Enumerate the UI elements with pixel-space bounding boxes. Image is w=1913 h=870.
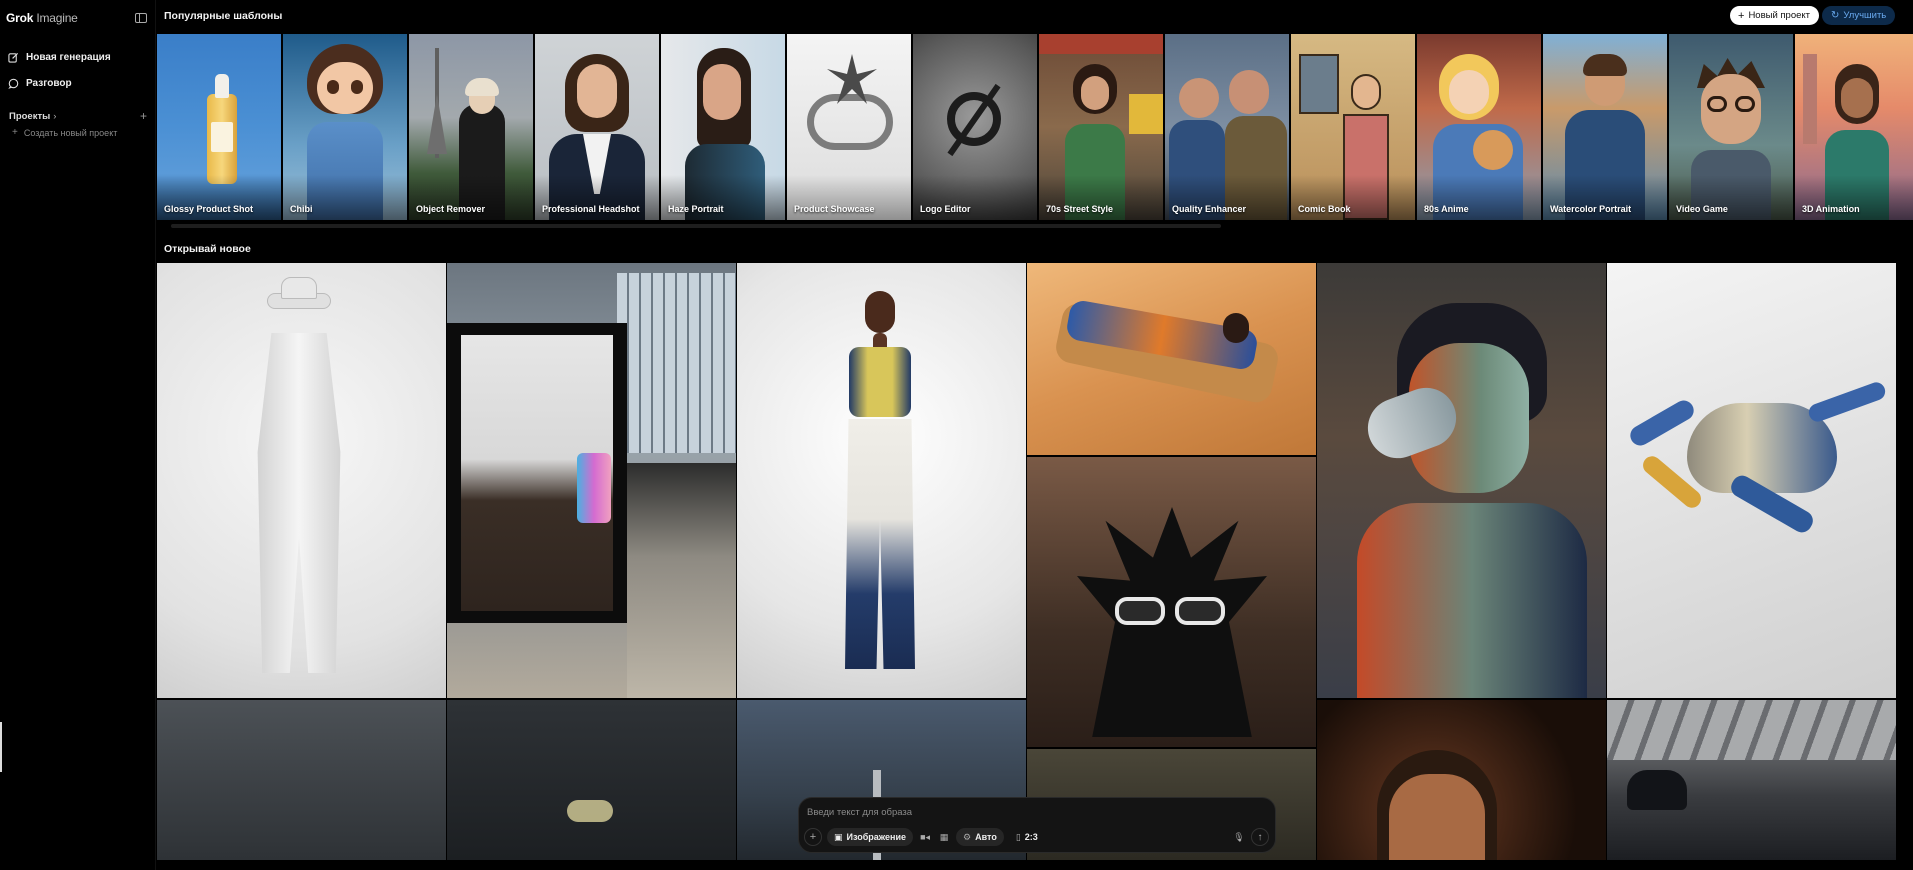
- submit-button[interactable]: ↑: [1251, 828, 1269, 846]
- prompt-input[interactable]: [807, 804, 1267, 820]
- template-card[interactable]: Logo Editor: [913, 34, 1037, 220]
- template-card[interactable]: Comic Book: [1291, 34, 1415, 220]
- gallery-item[interactable]: [737, 263, 1026, 698]
- chevron-right-icon: ›: [53, 110, 57, 122]
- sidebar-item-label: Разговор: [26, 78, 72, 89]
- sidebar-header: Grok Imagine: [0, 0, 155, 26]
- refresh-icon: ↻: [1831, 10, 1840, 21]
- video-mode-icon[interactable]: ■◂: [918, 830, 932, 844]
- add-project-icon[interactable]: +: [140, 109, 147, 123]
- microphone-icon[interactable]: 🎙: [1232, 830, 1246, 844]
- sidebar: Grok Imagine Новая генерация Разговор Пр…: [0, 0, 156, 870]
- gallery-item[interactable]: [1607, 700, 1896, 860]
- template-card[interactable]: Chibi: [283, 34, 407, 220]
- gallery-item[interactable]: [447, 263, 736, 698]
- gallery-item[interactable]: [1027, 263, 1316, 455]
- arrow-up-icon: ↑: [1257, 831, 1263, 843]
- template-label: 80s Anime: [1424, 204, 1469, 214]
- gallery-item[interactable]: [1317, 700, 1606, 860]
- template-card[interactable]: Quality Enhancer: [1165, 34, 1289, 220]
- sidebar-item-label: Новая генерация: [26, 52, 111, 63]
- discover-title: Открывай новое: [164, 243, 251, 255]
- template-label: Product Showcase: [794, 204, 875, 214]
- template-card[interactable]: Video Game: [1669, 34, 1793, 220]
- templates-scrollbar[interactable]: [157, 224, 1913, 228]
- projects-section-header[interactable]: Проекты › +: [0, 107, 155, 125]
- chat-icon: [8, 78, 19, 89]
- gallery-item[interactable]: [157, 263, 446, 698]
- sidebar-item-new-generation[interactable]: Новая генерация: [0, 45, 155, 70]
- scrollbar-thumb[interactable]: [171, 224, 1221, 228]
- template-card[interactable]: 70s Street Style: [1039, 34, 1163, 220]
- template-card[interactable]: Product Showcase: [787, 34, 911, 220]
- template-label: Quality Enhancer: [1172, 204, 1247, 214]
- template-label: 3D Animation: [1802, 204, 1860, 214]
- attach-button[interactable]: +: [804, 828, 822, 846]
- upgrade-label: Улучшить: [1843, 10, 1887, 21]
- aspect-ratio-label: 2:3: [1024, 832, 1038, 842]
- edit-icon: [8, 52, 19, 63]
- plus-icon: +: [12, 127, 18, 138]
- template-label: Object Remover: [416, 204, 486, 214]
- template-label: Comic Book: [1298, 204, 1351, 214]
- new-project-button[interactable]: + Новый проект: [1730, 6, 1820, 25]
- template-label: Watercolor Portrait: [1550, 204, 1632, 214]
- template-label: 70s Street Style: [1046, 204, 1114, 214]
- create-project-label: Создать новый проект: [23, 127, 118, 138]
- template-card[interactable]: Watercolor Portrait: [1543, 34, 1667, 220]
- template-card[interactable]: Glossy Product Shot: [157, 34, 281, 220]
- new-project-label: Новый проект: [1748, 10, 1811, 21]
- template-card[interactable]: 3D Animation: [1795, 34, 1913, 220]
- composer-toolbar: + ▣ Изображение ■◂ ▦ ⚙ Авто ▯ 2:3 🎙 ↑: [804, 827, 1269, 847]
- gallery-item[interactable]: [1027, 457, 1316, 747]
- projects-label: Проекты: [9, 110, 51, 122]
- template-label: Glossy Product Shot: [164, 204, 254, 214]
- sidebar-item-conversation[interactable]: Разговор: [0, 71, 155, 96]
- model-select[interactable]: ⚙ Авто: [956, 828, 1004, 846]
- aspect-ratio-icon: ▯: [1015, 831, 1021, 842]
- gallery-item[interactable]: [1317, 263, 1606, 698]
- template-label: Haze Portrait: [668, 204, 724, 214]
- create-project-link[interactable]: + Создать новый проект: [0, 125, 155, 140]
- sidebar-toggle-icon[interactable]: [135, 12, 147, 23]
- aspect-ratio-select[interactable]: ▯ 2:3: [1009, 828, 1045, 846]
- settings-icon: ⚙: [963, 831, 972, 842]
- template-card[interactable]: 80s Anime: [1417, 34, 1541, 220]
- template-label: Logo Editor: [920, 204, 971, 214]
- model-label: Авто: [975, 832, 997, 842]
- plus-icon: +: [1738, 9, 1745, 22]
- template-label: Chibi: [290, 204, 313, 214]
- app-logo[interactable]: Grok Imagine: [6, 11, 78, 25]
- template-card[interactable]: Object Remover: [409, 34, 533, 220]
- main-content: Популярные шаблоны + Новый проект ↻ Улуч…: [157, 0, 1913, 870]
- template-card[interactable]: Haze Portrait: [661, 34, 785, 220]
- gallery-mode-icon[interactable]: ▦: [937, 830, 951, 844]
- popular-templates-title: Популярные шаблоны: [164, 10, 283, 22]
- mode-label: Изображение: [846, 832, 907, 842]
- template-card[interactable]: Professional Headshot: [535, 34, 659, 220]
- templates-strip: Glossy Product Shot Chibi Object Remover: [157, 34, 1913, 220]
- gallery-item[interactable]: [157, 700, 446, 860]
- upgrade-button[interactable]: ↻ Улучшить: [1822, 6, 1896, 25]
- discover-grid: [157, 263, 1913, 860]
- prompt-composer: + ▣ Изображение ■◂ ▦ ⚙ Авто ▯ 2:3 🎙 ↑: [798, 797, 1276, 853]
- image-icon: ▣: [834, 831, 843, 842]
- plus-icon: +: [809, 831, 817, 843]
- gallery-item[interactable]: [1607, 263, 1896, 698]
- template-label: Video Game: [1676, 204, 1728, 214]
- mode-image-button[interactable]: ▣ Изображение: [827, 828, 914, 846]
- scroll-indicator: [0, 722, 2, 772]
- template-label: Professional Headshot: [542, 204, 640, 214]
- gallery-item[interactable]: [447, 700, 736, 860]
